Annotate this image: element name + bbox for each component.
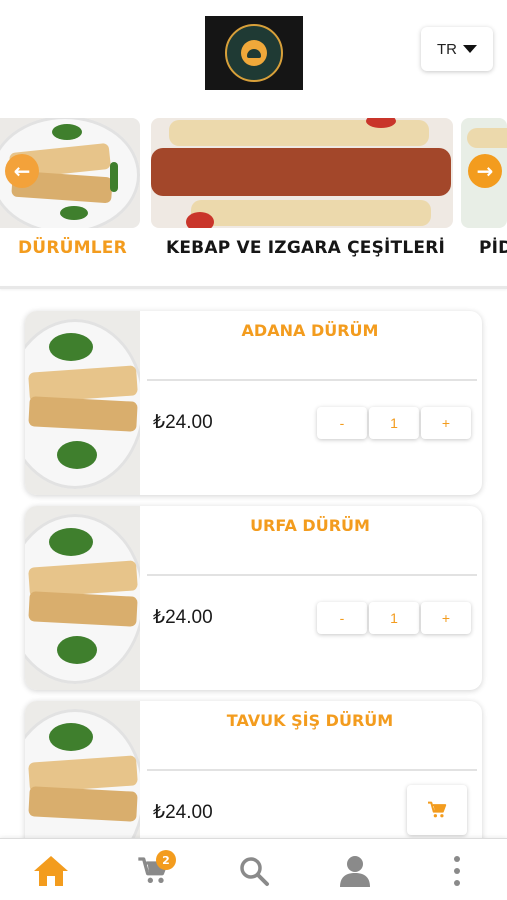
language-selector[interactable]: TR	[421, 27, 493, 71]
cart-count-badge: 2	[156, 850, 176, 870]
nav-search[interactable]	[234, 851, 274, 891]
header: TR	[0, 0, 507, 110]
quantity-value[interactable]: 1	[369, 602, 419, 634]
quantity-stepper: - 1 +	[317, 407, 471, 439]
category-slider: ← → DÜRÜMLER KEBAP VE IZGARA ÇEŞİTLERİ P…	[0, 118, 507, 288]
product-price: ₺24.00	[153, 412, 213, 433]
search-icon	[240, 857, 269, 886]
category-tab-kebap[interactable]: KEBAP VE IZGARA ÇEŞİTLERİ	[166, 238, 445, 258]
chef-hat-icon	[241, 40, 267, 66]
app-screen: TR ← → DÜRÜMLER KEBAP VE IZGARA ÇEŞİTLER…	[0, 0, 507, 900]
product-image[interactable]	[25, 311, 140, 495]
arrow-left-icon: ←	[13, 159, 31, 183]
card-divider	[147, 379, 477, 381]
nav-home[interactable]	[31, 851, 71, 891]
more-icon	[454, 856, 460, 886]
nav-cart[interactable]: 2	[133, 850, 176, 891]
user-icon	[340, 856, 370, 887]
category-image-kebap[interactable]	[151, 118, 453, 228]
add-to-cart-button[interactable]	[407, 785, 467, 835]
cart-icon	[428, 801, 447, 818]
category-tab-pide[interactable]: PİD	[479, 238, 507, 258]
caret-down-icon	[463, 45, 477, 53]
product-price: ₺24.00	[153, 607, 213, 628]
card-divider	[147, 769, 477, 771]
nav-profile[interactable]	[335, 851, 375, 891]
product-name: TAVUK ŞİŞ DÜRÜM	[226, 711, 394, 730]
restaurant-logo[interactable]	[205, 16, 303, 90]
decrease-button[interactable]: -	[317, 407, 367, 439]
quantity-value[interactable]: 1	[369, 407, 419, 439]
language-label: TR	[437, 40, 457, 58]
product-card: ADANA DÜRÜM ₺24.00 - 1 +	[25, 311, 482, 495]
increase-button[interactable]: +	[421, 407, 471, 439]
product-image[interactable]	[25, 506, 140, 690]
prev-category-button[interactable]: ←	[5, 154, 39, 188]
quantity-stepper: - 1 +	[317, 602, 471, 634]
arrow-right-icon: →	[476, 159, 494, 183]
next-category-button[interactable]: →	[468, 154, 502, 188]
decrease-button[interactable]: -	[317, 602, 367, 634]
product-card: URFA DÜRÜM ₺24.00 - 1 +	[25, 506, 482, 690]
increase-button[interactable]: +	[421, 602, 471, 634]
home-icon	[34, 856, 68, 886]
product-price: ₺24.00	[153, 802, 213, 823]
category-tab-durumler[interactable]: DÜRÜMLER	[18, 238, 127, 258]
product-name: URFA DÜRÜM	[250, 516, 370, 535]
card-divider	[147, 574, 477, 576]
logo-emblem	[225, 24, 283, 82]
section-divider	[0, 286, 507, 289]
product-name: ADANA DÜRÜM	[241, 321, 379, 340]
bottom-navigation: 2	[0, 838, 507, 900]
nav-more[interactable]	[437, 851, 477, 891]
